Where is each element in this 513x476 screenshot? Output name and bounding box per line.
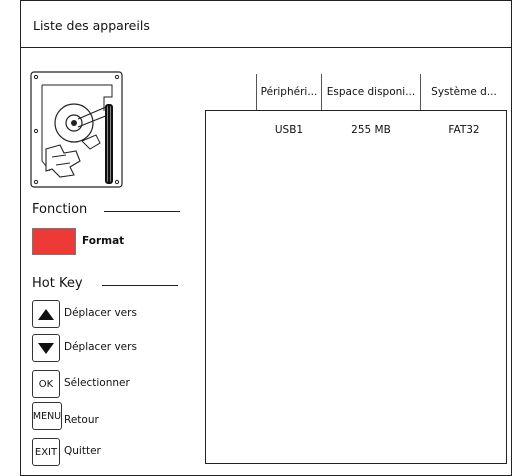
cell-filesystem: FAT32 <box>448 124 480 136</box>
move-down-key[interactable] <box>32 334 60 362</box>
cell-device: USB1 <box>274 124 304 136</box>
menu-key[interactable]: MENU <box>32 402 62 430</box>
ok-action: Sélectionner <box>64 377 130 389</box>
exit-action: Quitter <box>64 445 101 457</box>
ok-key[interactable]: OK <box>32 370 60 398</box>
hotkey-label: Hot Key <box>32 276 83 291</box>
column-header-filesystem[interactable]: Système d... <box>421 74 507 110</box>
hard-disk-icon <box>30 71 123 188</box>
arrow-down-icon <box>38 342 54 354</box>
move-up-action: Déplacer vers <box>64 307 137 319</box>
column-header-free-space[interactable]: Espace disponi... <box>322 74 420 110</box>
fonction-label: Fonction <box>32 202 88 217</box>
cell-free-space: 255 MB <box>351 124 391 136</box>
arrow-up-icon <box>38 308 54 320</box>
fonction-divider <box>104 211 180 212</box>
hotkey-divider <box>102 285 178 286</box>
move-up-key[interactable] <box>32 300 60 328</box>
device-list-panel <box>205 110 507 464</box>
move-down-action: Déplacer vers <box>64 341 137 353</box>
column-header-device[interactable]: Périphéri... <box>257 74 321 110</box>
title-bar: Liste des appareils <box>20 0 512 48</box>
format-label: Format <box>82 235 125 247</box>
exit-key[interactable]: EXIT <box>32 438 60 466</box>
window-title: Liste des appareils <box>33 18 150 33</box>
format-color-button[interactable] <box>32 228 76 255</box>
menu-action: Retour <box>64 414 99 426</box>
